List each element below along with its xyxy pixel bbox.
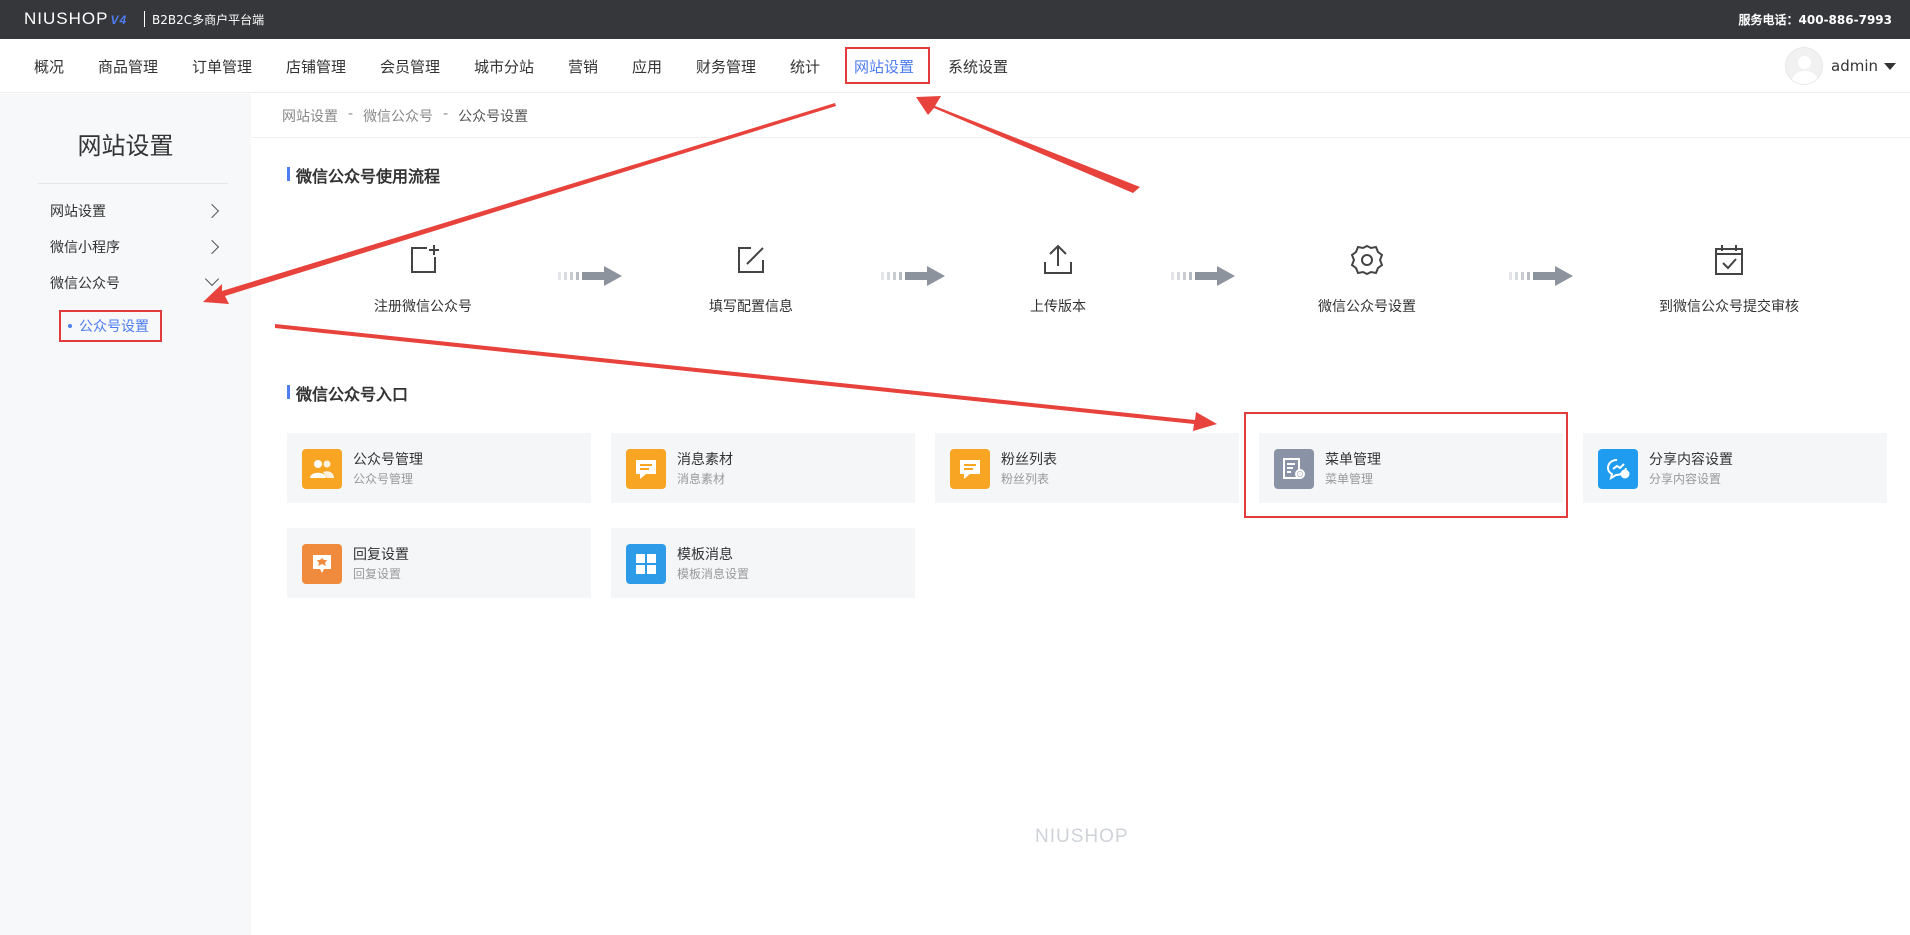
card-desc: 公众号管理 [353, 472, 414, 486]
card-reply-settings[interactable]: 回复设置 回复设置 [287, 528, 591, 598]
breadcrumb-divider [251, 137, 1910, 138]
card-desc: 粉丝列表 [1001, 472, 1050, 486]
user-name[interactable]: admin [1831, 57, 1878, 75]
card-name: 模板消息 [677, 547, 733, 563]
nav-item-goods[interactable]: 商品管理 [98, 56, 158, 77]
breadcrumb-current: 公众号设置 [458, 109, 529, 125]
breadcrumb-item[interactable]: 微信公众号 [363, 106, 433, 126]
card-name: 消息素材 [677, 452, 733, 468]
sidebar-subitem-label: 公众号设置 [79, 319, 149, 335]
flow-step-settings: 微信公众号设置 [1312, 242, 1422, 316]
breadcrumb-item[interactable]: 网站设置 [282, 106, 338, 126]
flow-step-upload: 上传版本 [1008, 242, 1108, 316]
upload-icon [1044, 244, 1072, 274]
users-icon [302, 449, 342, 489]
flow-step-label: 上传版本 [1030, 299, 1086, 315]
chevron-right-icon[interactable] [204, 239, 220, 255]
brand-logo[interactable]: NIUSHOP V4 [24, 9, 127, 29]
entry-section-title: 微信公众号入口 [287, 381, 408, 405]
chevron-down-icon[interactable] [204, 271, 220, 287]
flow-step-register: 注册微信公众号 [373, 242, 473, 316]
nav-item-orders[interactable]: 订单管理 [192, 56, 252, 77]
card-template-message[interactable]: 模板消息 模板消息设置 [611, 528, 915, 598]
nav-item-shops[interactable]: 店铺管理 [286, 56, 346, 77]
card-official-management[interactable]: 公众号管理 公众号管理 [287, 433, 591, 503]
card-name: 分享内容设置 [1649, 452, 1733, 468]
sidebar-divider [38, 183, 228, 184]
platform-subtitle: B2B2C多商户平台端 [152, 13, 265, 27]
annotation-box-nav [845, 47, 930, 84]
card-name: 回复设置 [353, 547, 409, 563]
sidebar-subitem-official-settings[interactable]: 公众号设置 [59, 310, 162, 342]
nav-item-finance[interactable]: 财务管理 [696, 56, 756, 77]
flow-step-label: 填写配置信息 [709, 299, 793, 315]
sidebar-item-wechat-official[interactable]: 微信公众号 [50, 273, 120, 293]
avatar[interactable] [1785, 47, 1823, 85]
checkbox-icon [1715, 245, 1743, 275]
card-share-settings[interactable]: 分享内容设置 分享内容设置 [1583, 433, 1887, 503]
nav-item-city[interactable]: 城市分站 [474, 56, 534, 77]
flow-step-label: 到微信公众号提交审核 [1659, 299, 1799, 315]
reply-icon [302, 544, 342, 584]
logo-divider [144, 11, 145, 27]
arrow-right-icon [558, 266, 622, 286]
flow-step-label: 微信公众号设置 [1318, 299, 1416, 315]
card-name: 粉丝列表 [1001, 452, 1057, 468]
card-desc: 消息素材 [677, 472, 726, 486]
gear-icon [1350, 244, 1384, 276]
caret-down-icon[interactable] [1884, 62, 1896, 70]
top-bar: NIUSHOP V4 B2B2C多商户平台端 服务电话：400-886-7993 [0, 0, 1910, 39]
nav-item-marketing[interactable]: 营销 [568, 56, 598, 77]
edit-icon [738, 247, 764, 273]
nav-item-apps[interactable]: 应用 [632, 56, 662, 77]
service-phone: 服务电话：400-886-7993 [1738, 13, 1892, 27]
main-nav: 概况 商品管理 订单管理 店铺管理 会员管理 城市分站 营销 应用 财务管理 统… [0, 39, 1910, 93]
footer-logo: NIUSHOP [1035, 826, 1129, 847]
message-icon [626, 449, 666, 489]
arrow-right-icon [1171, 266, 1235, 286]
user-menu[interactable]: admin [1785, 47, 1896, 85]
card-message-material[interactable]: 消息素材 消息素材 [611, 433, 915, 503]
sidebar: 网站设置 网站设置 微信小程序 微信公众号 公众号设置 [0, 94, 251, 935]
arrow-right-icon [881, 266, 945, 286]
flow-section-title: 微信公众号使用流程 [287, 163, 440, 187]
main-content: 网站设置 - 微信公众号 - 公众号设置 微信公众号使用流程 注册微信公众号 填… [251, 94, 1910, 935]
breadcrumb-separator: - [348, 106, 354, 122]
share-icon [1598, 449, 1638, 489]
arrow-right-icon [1509, 266, 1573, 286]
card-desc: 模板消息设置 [677, 567, 750, 581]
chevron-right-icon[interactable] [204, 203, 220, 219]
grid-icon [626, 544, 666, 584]
nav-item-overview[interactable]: 概况 [34, 56, 64, 77]
sidebar-title: 网站设置 [77, 132, 174, 160]
flow-step-config: 填写配置信息 [701, 242, 801, 316]
add-square-icon [411, 245, 439, 273]
nav-item-system-settings[interactable]: 系统设置 [948, 56, 1008, 77]
card-desc: 分享内容设置 [1649, 472, 1722, 486]
bullet-icon [68, 324, 72, 328]
card-fans-list[interactable]: 粉丝列表 粉丝列表 [935, 433, 1239, 503]
annotation-box-card [1244, 412, 1568, 518]
flow-step-label: 注册微信公众号 [374, 299, 472, 315]
card-name: 公众号管理 [353, 452, 423, 468]
message-icon [950, 449, 990, 489]
card-desc: 回复设置 [353, 567, 402, 581]
sidebar-item-mini-program[interactable]: 微信小程序 [50, 237, 120, 257]
sidebar-item-website-settings[interactable]: 网站设置 [50, 201, 106, 221]
nav-item-members[interactable]: 会员管理 [380, 56, 440, 77]
flow-step-submit: 到微信公众号提交审核 [1649, 242, 1809, 316]
breadcrumb-separator: - [443, 106, 449, 122]
nav-item-stats[interactable]: 统计 [790, 56, 820, 77]
breadcrumb: 网站设置 - 微信公众号 - 公众号设置 [282, 106, 528, 126]
